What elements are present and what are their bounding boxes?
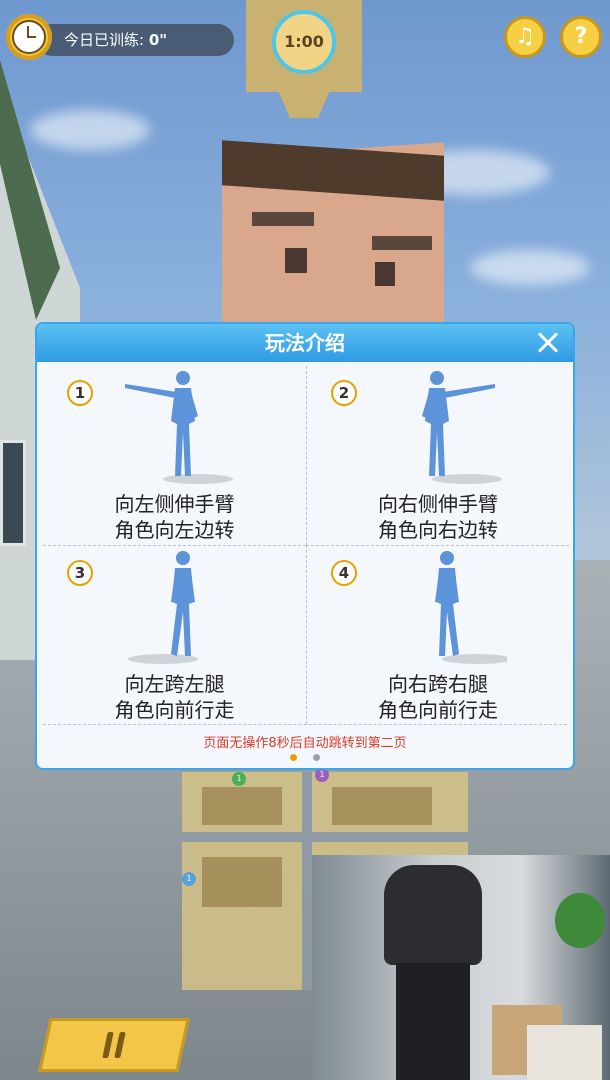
pose-right-leg-icon bbox=[435, 551, 507, 664]
step-line-1: 向左侧伸手臂 bbox=[114, 492, 235, 516]
pose-left-leg-icon bbox=[128, 551, 198, 664]
map-road bbox=[302, 772, 312, 990]
cloud bbox=[470, 250, 590, 285]
divider bbox=[43, 724, 567, 725]
step-number: 4 bbox=[331, 560, 357, 586]
character-eye bbox=[285, 248, 307, 273]
dialog-title: 玩法介绍 bbox=[265, 331, 345, 355]
pose-left-arm-icon bbox=[125, 371, 233, 484]
step-number: 3 bbox=[67, 560, 93, 586]
top-bar: 今日已训练: 0" 1:00 ♫ ? bbox=[0, 0, 610, 118]
step-line-1: 向右侧伸手臂 bbox=[378, 492, 498, 516]
step-line-2: 角色向前行走 bbox=[378, 698, 498, 722]
close-icon[interactable] bbox=[533, 328, 563, 358]
cloud bbox=[30, 110, 150, 150]
pause-button[interactable] bbox=[38, 1018, 190, 1072]
clock-gear-icon bbox=[6, 14, 52, 60]
step-line-1: 向左跨左腿 bbox=[124, 672, 225, 696]
map-badge: 1 bbox=[315, 768, 329, 782]
page-indicator bbox=[37, 754, 573, 761]
training-value: 0" bbox=[148, 31, 168, 49]
instruction-grid: 1 向左侧伸手臂 角色向左边转 2 向右侧伸手臂 角色向右边转 3 向左跨左腿 … bbox=[43, 366, 569, 724]
step-number: 2 bbox=[331, 380, 357, 406]
auto-advance-hint: 页面无操作8秒后自动跳转到第二页 bbox=[203, 736, 407, 751]
page-dot-active[interactable] bbox=[290, 754, 297, 761]
dialog-header: 玩法介绍 bbox=[37, 324, 573, 362]
instruction-step-4: 4 向右跨右腿 角色向前行走 bbox=[306, 545, 569, 724]
step-number: 1 bbox=[67, 380, 93, 406]
pause-icon bbox=[100, 1032, 130, 1058]
countdown-timer: 1:00 bbox=[272, 10, 336, 74]
pose-right-arm-icon bbox=[422, 371, 502, 484]
instruction-step-1: 1 向左侧伸手臂 角色向左边转 bbox=[43, 366, 306, 545]
page-dot[interactable] bbox=[313, 754, 320, 761]
player-legs bbox=[396, 963, 470, 1080]
plant bbox=[555, 893, 605, 948]
music-button[interactable]: ♫ bbox=[504, 16, 546, 58]
camera-feed bbox=[312, 855, 610, 1080]
step-line-2: 角色向左边转 bbox=[114, 518, 235, 542]
instruction-step-3: 3 向左跨左腿 角色向前行走 bbox=[43, 545, 306, 724]
map-road bbox=[182, 832, 468, 842]
character-eyebrow bbox=[372, 236, 432, 250]
help-icon: ? bbox=[574, 24, 588, 49]
instruction-step-2: 2 向右侧伸手臂 角色向右边转 bbox=[306, 366, 569, 545]
house-window bbox=[0, 440, 26, 546]
instructions-dialog: 玩法介绍 1 向左侧伸手臂 角色向左边转 2 向右侧伸手臂 角色向右边转 3 向… bbox=[35, 322, 575, 770]
music-note-icon: ♫ bbox=[515, 24, 535, 49]
map-block bbox=[202, 857, 282, 907]
map-block bbox=[332, 787, 432, 825]
training-label: 今日已训练: bbox=[64, 31, 145, 49]
map-badge: 1 bbox=[232, 772, 246, 786]
help-button[interactable]: ? bbox=[560, 16, 602, 58]
map-block bbox=[202, 787, 282, 825]
box bbox=[527, 1025, 602, 1080]
character-eyebrow bbox=[252, 212, 314, 226]
step-line-2: 角色向前行走 bbox=[114, 698, 235, 722]
map-badge: 1 bbox=[182, 872, 196, 886]
character-eye bbox=[375, 262, 395, 286]
step-line-2: 角色向右边转 bbox=[378, 518, 498, 542]
training-time-display: 今日已训练: 0" bbox=[36, 24, 234, 56]
step-line-1: 向右跨右腿 bbox=[388, 672, 488, 696]
player-body bbox=[384, 865, 482, 965]
